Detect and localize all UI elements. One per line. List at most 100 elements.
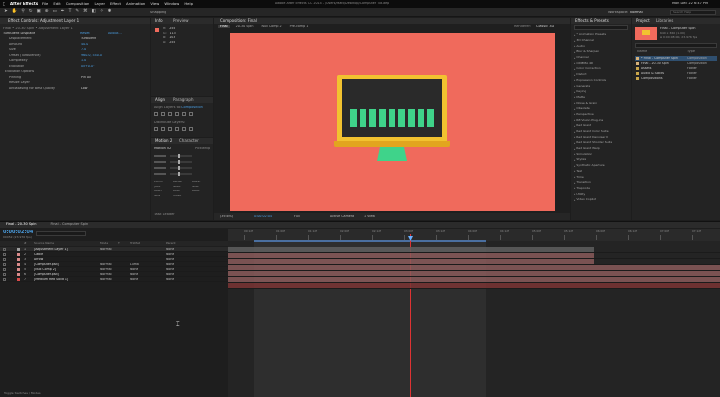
align-vcenter-icon[interactable] xyxy=(182,112,186,116)
label-color-swatch[interactable] xyxy=(17,268,20,271)
motion-button-null[interactable]: NULL xyxy=(192,186,209,189)
timeline-column-header[interactable]: # xyxy=(24,242,27,245)
disclosure-triangle-icon[interactable]: ▸ xyxy=(574,101,575,105)
pen-tool-icon[interactable]: ✒ xyxy=(61,9,65,15)
align-left-icon[interactable] xyxy=(154,112,158,116)
layer-trkmat[interactable]: None xyxy=(130,278,138,281)
effects-category[interactable]: ▸ Video Copilot xyxy=(574,197,630,203)
layer-mode[interactable]: Normal xyxy=(100,268,112,271)
col-type[interactable]: Type xyxy=(687,50,695,54)
comp-subtab[interactable]: Final xyxy=(218,25,230,29)
menu-item-view[interactable]: View xyxy=(150,2,159,6)
visibility-eye-icon[interactable] xyxy=(3,248,6,251)
reset-link[interactable]: Reset xyxy=(80,32,90,36)
clone-stamp-tool-icon[interactable]: ⌘ xyxy=(83,9,88,15)
disclosure-triangle-icon[interactable]: ▸ xyxy=(574,198,575,202)
disclosure-triangle-icon[interactable]: ▸ xyxy=(574,95,575,99)
label-color-swatch[interactable] xyxy=(17,278,20,281)
visibility-eye-icon[interactable] xyxy=(3,273,6,276)
motion-button-spin[interactable]: SPIN xyxy=(154,195,171,198)
rotate-tool-icon[interactable]: ↻ xyxy=(29,9,33,15)
layer-parent[interactable]: None xyxy=(166,258,174,261)
motion-slider-track[interactable] xyxy=(170,161,192,163)
effect-param-value[interactable]: 40.0 xyxy=(81,43,88,46)
effect-param-value[interactable]: 960.0, 540.0 xyxy=(81,54,102,57)
view-layout-select[interactable]: 1 View xyxy=(364,215,375,218)
layer-parent[interactable]: None xyxy=(166,253,174,256)
layer-duration-bar[interactable] xyxy=(228,253,594,258)
apple-icon[interactable]:  xyxy=(3,2,5,6)
tab-composition[interactable]: Composition: Final xyxy=(218,18,259,24)
label-color-swatch[interactable] xyxy=(17,253,20,256)
disclosure-triangle-icon[interactable]: ▸ xyxy=(574,192,575,196)
tab-preview[interactable]: Preview xyxy=(171,18,191,24)
layer-duration-bar[interactable] xyxy=(228,277,720,282)
disclosure-triangle-icon[interactable]: ▸ xyxy=(574,169,575,173)
layer-duration-bar[interactable] xyxy=(228,265,720,270)
task-leader[interactable]: Task Leader xyxy=(154,213,175,217)
layer-name[interactable]: Cable xyxy=(34,253,96,256)
disclosure-triangle-icon[interactable]: ▸ xyxy=(574,158,575,162)
tab-motion[interactable]: Motion 2 xyxy=(153,138,174,144)
motion-slider-handle[interactable] xyxy=(178,166,180,170)
timeline-search[interactable] xyxy=(36,231,86,236)
layer-name[interactable]: Arrow xyxy=(34,258,96,261)
layer-parent[interactable]: None xyxy=(166,268,174,271)
effect-name[interactable]: Turbulent Displace xyxy=(3,32,35,36)
timeline-column-header[interactable]: T xyxy=(118,242,120,245)
layer-mode[interactable]: Normal xyxy=(100,263,112,266)
selection-tool-icon[interactable]: ➤ xyxy=(4,9,8,15)
timeline-layer-row[interactable]: 7 [Medium Red Solid 1] Normal None None xyxy=(0,277,228,282)
project-search[interactable] xyxy=(635,43,717,48)
layer-parent[interactable]: None xyxy=(166,263,174,266)
pan-behind-tool-icon[interactable]: ⊕ xyxy=(45,9,49,15)
camera-select[interactable]: Active Camera xyxy=(330,215,354,218)
layer-duration-bar[interactable] xyxy=(228,259,594,264)
layer-name[interactable]: [Adjustment Layer 1] xyxy=(34,248,96,251)
layer-name[interactable]: [Null Comp 2] xyxy=(34,268,96,271)
timeline-column-header[interactable]: Parent xyxy=(166,242,176,245)
comp-timecode[interactable]: 0:00:02:04 xyxy=(254,215,272,218)
disclosure-triangle-icon[interactable]: ▸ xyxy=(574,67,575,71)
disclosure-triangle-icon[interactable]: ▸ xyxy=(574,56,575,60)
visibility-eye-icon[interactable] xyxy=(3,253,6,256)
align-right-icon[interactable] xyxy=(168,112,172,116)
tab-info[interactable]: Info xyxy=(153,18,165,24)
toggle-switches-modes[interactable]: Toggle Switches / Modes xyxy=(4,392,41,395)
search-help-field[interactable]: Search Help xyxy=(670,10,716,15)
disclosure-triangle-icon[interactable]: ▸ xyxy=(574,181,575,185)
distribute-bottom-icon[interactable] xyxy=(168,127,172,131)
effect-param-value[interactable]: 1.0 xyxy=(81,59,86,62)
tab-align[interactable]: Align xyxy=(153,97,167,103)
menu-item-file[interactable]: File xyxy=(42,2,48,6)
menu-item-window[interactable]: Window xyxy=(164,2,179,6)
label-color-swatch[interactable] xyxy=(17,273,20,276)
menu-item-animation[interactable]: Animation xyxy=(126,2,145,6)
layer-parent[interactable]: None xyxy=(166,273,174,276)
rectangle-tool-icon[interactable]: ▭ xyxy=(53,9,57,15)
layer-parent[interactable]: None xyxy=(166,278,174,281)
motion-slider-handle[interactable] xyxy=(178,154,180,158)
distribute-top-icon[interactable] xyxy=(154,127,158,131)
brush-tool-icon[interactable]: ✎ xyxy=(75,9,79,15)
type-tool-icon[interactable]: T xyxy=(69,9,72,15)
disclosure-triangle-icon[interactable]: ▸ xyxy=(574,33,575,37)
motion-slider-track[interactable] xyxy=(170,155,192,157)
comp-subtab[interactable]: Pre-comp 1 xyxy=(288,25,311,28)
disclosure-triangle-icon[interactable]: ▸ xyxy=(574,50,575,54)
motion-button-warp[interactable]: WARP xyxy=(192,190,209,193)
comp-subtab[interactable]: Null Comp 2 xyxy=(259,25,283,28)
disclosure-triangle-icon[interactable]: ▸ xyxy=(574,118,575,122)
timeline-column-header[interactable]: Source Name xyxy=(34,242,54,245)
disclosure-triangle-icon[interactable]: ▸ xyxy=(574,78,575,82)
label-color-swatch[interactable] xyxy=(17,263,20,266)
align-hcenter-icon[interactable] xyxy=(161,112,165,116)
disclosure-triangle-icon[interactable]: ▸ xyxy=(574,107,575,111)
label-color-swatch[interactable] xyxy=(17,258,20,261)
layer-duration-bar[interactable] xyxy=(228,271,720,276)
align-top-icon[interactable] xyxy=(175,112,179,116)
distribute-vcenter-icon[interactable] xyxy=(161,127,165,131)
layer-duration-bar[interactable] xyxy=(228,283,720,288)
disclosure-triangle-icon[interactable]: ▸ xyxy=(574,152,575,156)
disclosure-triangle-icon[interactable]: ▸ xyxy=(574,39,575,43)
